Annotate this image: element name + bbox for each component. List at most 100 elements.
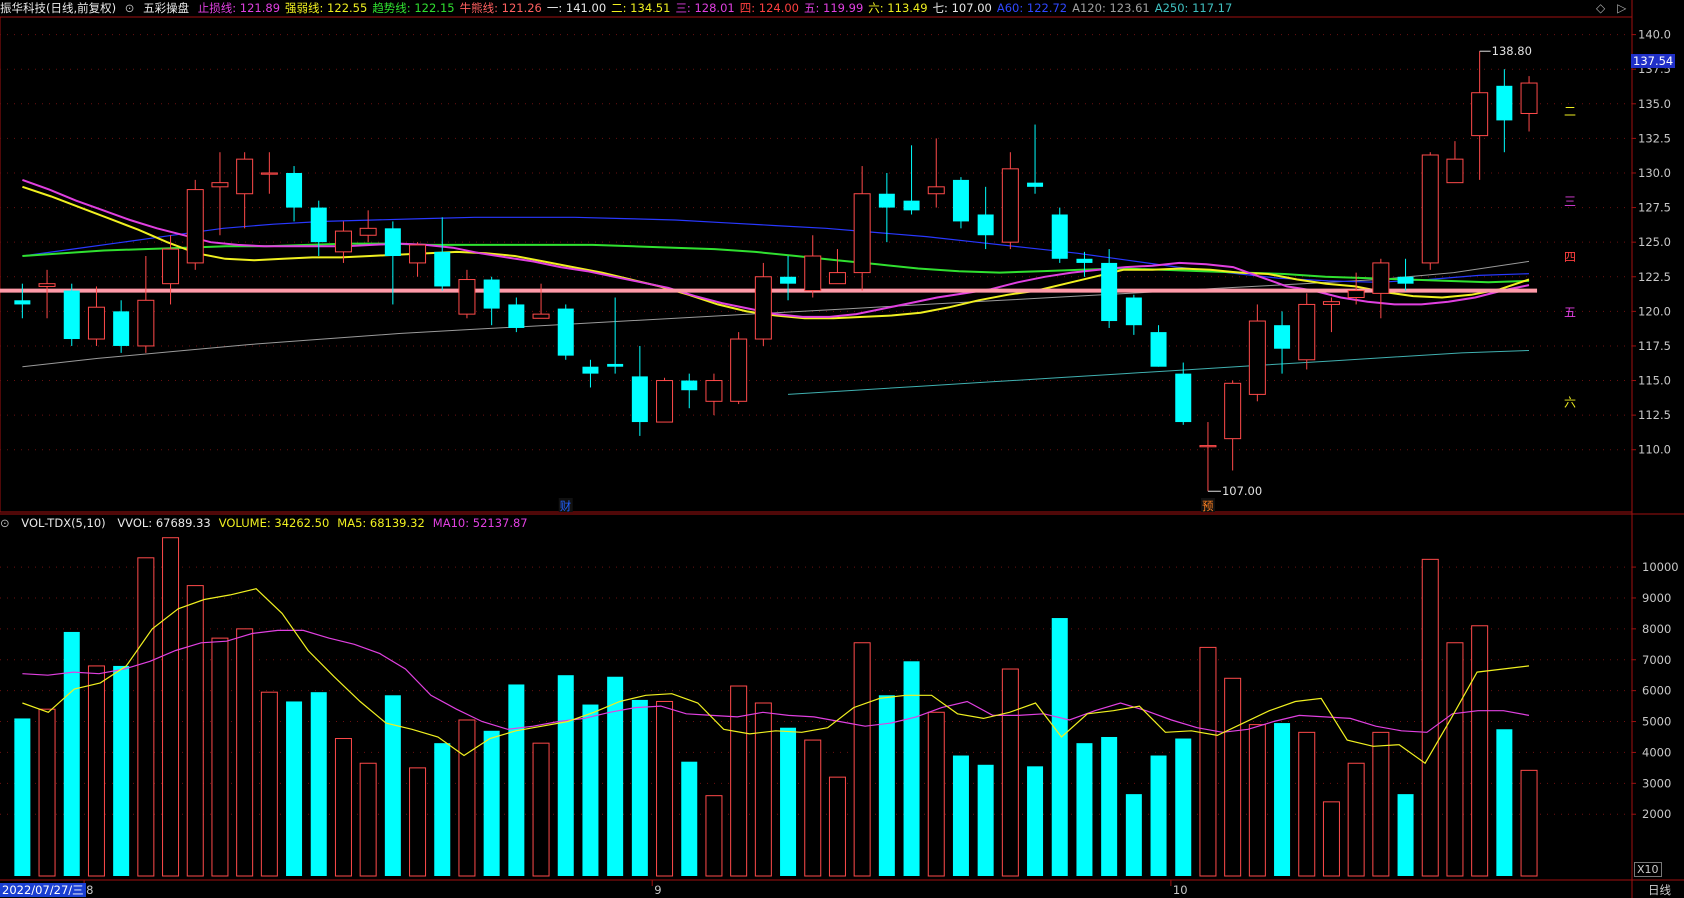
indicator-item: 六: 113.49 [868, 1, 928, 15]
indicator-item: A120: 123.61 [1072, 1, 1150, 15]
candle-body-up [458, 279, 476, 315]
candle-body-down [903, 200, 920, 211]
candle-body-up [186, 189, 204, 264]
volume-bar-up [730, 685, 748, 877]
volume-bar-up [1224, 677, 1242, 877]
candle-body-up [1322, 301, 1340, 305]
volume-bar-down [63, 631, 80, 876]
candle-body-down [483, 279, 500, 309]
volume-bar-down [1027, 766, 1044, 876]
candle-body-up [754, 276, 772, 340]
volume-item: VVOL: 67689.33 [117, 516, 211, 530]
price-tick-label: 140.0 [1638, 28, 1671, 42]
candle-body-down [113, 311, 130, 346]
volume-bar-up [38, 708, 56, 877]
indicator-toggle-icon[interactable]: ⊙ [125, 1, 135, 15]
candle-body-up [38, 283, 56, 287]
candle-body-down [1496, 85, 1513, 121]
volume-bar-up [162, 537, 180, 877]
candle-body-down [310, 207, 327, 243]
indicator-item: A60: 122.72 [996, 1, 1068, 15]
volume-bar-up [927, 711, 945, 877]
candle-body-down [14, 300, 31, 305]
candle-body-down [1027, 182, 1044, 187]
candle-body-up [1421, 154, 1439, 264]
volume-bar-up [458, 719, 476, 877]
volume-header: ⊙ VOL-TDX(5,10) VVOL: 67689.33 VOLUME: 34… [0, 515, 544, 531]
volume-bar-down [1175, 738, 1192, 876]
candle-body-down [434, 251, 451, 287]
volume-bar-down [607, 676, 624, 876]
indicator-item: 四: 124.00 [739, 1, 799, 15]
x-tick-label: 9 [654, 883, 661, 897]
candle-body-up [359, 227, 377, 236]
period-label[interactable]: 日线 [1648, 882, 1671, 898]
indicator-item: 一: 141.00 [546, 1, 607, 15]
volume-bar-up [705, 795, 723, 877]
candle-body-down [1051, 214, 1068, 259]
volume-tick-label: 3000 [1642, 776, 1671, 790]
volume-tick-label: 9000 [1642, 591, 1671, 605]
candle-body-up [162, 248, 180, 285]
candle-body-up [409, 244, 427, 264]
indicator-toggle-icon[interactable]: ⊙ [0, 516, 10, 530]
volume-bar-down [977, 764, 994, 876]
volume-values: VVOL: 67689.33 VOLUME: 34262.50 MA5: 68139… [117, 516, 535, 530]
volume-bar-up [1520, 769, 1538, 877]
price-tick-label: 122.5 [1638, 270, 1671, 284]
stock-chart[interactable]: 140.0137.5135.0132.5130.0127.5125.0122.5… [0, 0, 1684, 898]
candle-body-up [1224, 382, 1242, 440]
price-tick-label: 115.0 [1638, 374, 1671, 388]
volume-tick-label: 7000 [1642, 653, 1671, 667]
volume-bar-up [1248, 724, 1266, 877]
current-price-tag: 137.54 [1631, 54, 1676, 68]
volume-tick-label: 2000 [1642, 807, 1671, 821]
level-label: 四 [1564, 250, 1576, 264]
candle-body-down [878, 193, 895, 208]
indicator-item: 五: 119.99 [804, 1, 864, 15]
level-label: 六 [1564, 395, 1576, 409]
date-label: 2022/07/27/三 [0, 883, 86, 897]
volume-bar-up [1372, 731, 1390, 877]
candle-body-down [607, 363, 624, 367]
volume-tick-label: 8000 [1642, 622, 1671, 636]
candle-body-down [63, 290, 80, 340]
volume-bar-up [532, 742, 550, 877]
candle-body-down [952, 179, 969, 222]
volume-bar-down [483, 730, 500, 876]
event-marker: 预 [1202, 499, 1214, 513]
candle-body-up [1471, 92, 1489, 137]
candle-body-down [1397, 276, 1414, 284]
candle-body-down [508, 304, 525, 328]
diamond-icon[interactable]: ◇ [1596, 1, 1605, 15]
volume-bar-up [1421, 558, 1439, 877]
volume-scale-badge: X10 [1634, 862, 1662, 877]
candle-body-down [1125, 297, 1142, 326]
volume-bar-down [508, 684, 525, 876]
indicator-name[interactable]: 五彩操盘 [143, 1, 189, 15]
price-tick-label: 132.5 [1638, 131, 1671, 145]
volume-bar-down [384, 695, 401, 876]
volume-bar-up [137, 557, 155, 877]
indicator-item: 七: 107.00 [932, 1, 992, 15]
candle-body-down [557, 308, 574, 356]
candle-body-down [1175, 373, 1192, 423]
candle-body-up [1199, 445, 1217, 448]
indicator-item: 牛熊线: 121.26 [459, 1, 542, 15]
indicator-item: 强弱线: 122.55 [285, 1, 368, 15]
candle-body-up [1347, 290, 1365, 299]
price-tick-label: 130.0 [1638, 166, 1671, 180]
price-tick-label: 110.0 [1638, 443, 1671, 457]
candle-body-down [681, 380, 698, 391]
volume-bar-down [1125, 794, 1142, 876]
candle-body-down [582, 366, 599, 374]
stock-title[interactable]: 振华科技(日线,前复权) [0, 1, 116, 15]
candle-body-down [1076, 258, 1093, 263]
strength-line [22, 185, 1530, 320]
collapse-icon[interactable]: ▷ [1617, 1, 1626, 15]
candle-body-down [286, 172, 303, 208]
candle-body-up [211, 182, 229, 188]
volume-bar-up [1001, 668, 1019, 877]
volume-indicator-name[interactable]: VOL-TDX(5,10) [21, 516, 105, 530]
event-marker: 财 [560, 499, 572, 513]
